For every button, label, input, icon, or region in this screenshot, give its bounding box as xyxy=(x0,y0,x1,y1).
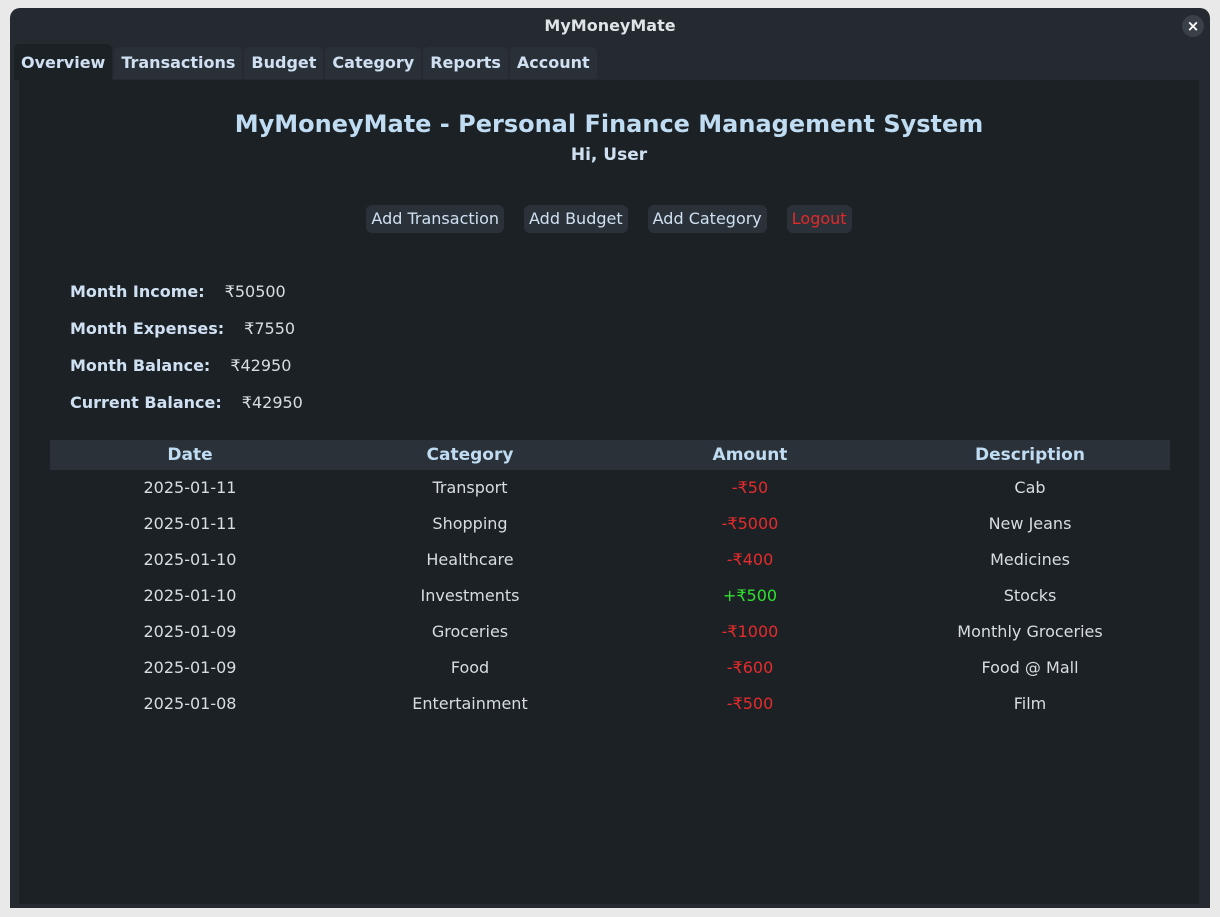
cell-amount: -₹1000 xyxy=(721,622,779,641)
tab-budget[interactable]: Budget xyxy=(244,47,324,79)
cell-date: 2025-01-11 xyxy=(143,514,237,533)
cell-date: 2025-01-08 xyxy=(143,694,237,713)
app-window: MyMoneyMate × Overview Transactions Budg… xyxy=(10,8,1210,908)
table-row[interactable]: 2025-01-09 Groceries -₹1000 Monthly Groceri… xyxy=(50,614,1170,650)
month-balance-label: Month Balance: xyxy=(70,356,211,375)
month-income-value: ₹50500 xyxy=(224,282,286,301)
cell-date: 2025-01-09 xyxy=(143,622,237,641)
cell-amount: -₹600 xyxy=(726,658,774,677)
cell-description: Film xyxy=(1013,694,1047,713)
cell-amount: -₹400 xyxy=(726,550,774,569)
overview-panel: MyMoneyMate - Personal Finance Managemen… xyxy=(19,80,1199,904)
cell-date: 2025-01-10 xyxy=(143,550,237,569)
cell-amount: -₹500 xyxy=(726,694,774,713)
cell-amount: -₹5000 xyxy=(721,514,779,533)
logout-button[interactable]: Logout xyxy=(786,205,852,233)
cell-category: Healthcare xyxy=(426,550,514,569)
close-button[interactable]: × xyxy=(1182,15,1204,37)
tab-bar: Overview Transactions Budget Category Re… xyxy=(14,44,599,80)
window-title: MyMoneyMate xyxy=(544,16,676,35)
tab-overview[interactable]: Overview xyxy=(14,44,113,80)
month-expenses-value: ₹7550 xyxy=(244,319,296,338)
current-balance-label: Current Balance: xyxy=(70,393,222,412)
greeting: Hi, User xyxy=(570,145,648,165)
page-title: MyMoneyMate - Personal Finance Managemen… xyxy=(234,110,984,138)
cell-category: Transport xyxy=(432,478,508,497)
month-balance-value: ₹42950 xyxy=(230,356,292,375)
column-header-category[interactable]: Category xyxy=(330,440,610,470)
cell-category: Entertainment xyxy=(412,694,528,713)
add-budget-button[interactable]: Add Budget xyxy=(524,205,628,233)
tab-reports[interactable]: Reports xyxy=(423,47,508,79)
cell-description: New Jeans xyxy=(988,514,1072,533)
cell-category: Food xyxy=(450,658,490,677)
table-row[interactable]: 2025-01-10 Healthcare -₹400 Medicines xyxy=(50,542,1170,578)
table-row[interactable]: 2025-01-08 Entertainment -₹500 Film xyxy=(50,686,1170,722)
column-header-date[interactable]: Date xyxy=(50,440,330,470)
month-income-label: Month Income: xyxy=(70,282,205,301)
cell-category: Shopping xyxy=(432,514,508,533)
cell-description: Monthly Groceries xyxy=(957,622,1103,641)
cell-description: Cab xyxy=(1014,478,1046,497)
summary-row-month-balance: Month Balance: ₹42950 xyxy=(70,347,303,384)
tab-account[interactable]: Account xyxy=(509,47,597,79)
table-row[interactable]: 2025-01-09 Food -₹600 Food @ Mall xyxy=(50,650,1170,686)
tab-category[interactable]: Category xyxy=(325,47,422,79)
cell-description: Medicines xyxy=(990,550,1070,569)
action-bar: Add Transaction Add Budget Add Category … xyxy=(19,205,1199,233)
cell-category: Investments xyxy=(420,586,520,605)
column-header-description[interactable]: Description xyxy=(890,440,1170,470)
cell-amount: +₹500 xyxy=(722,586,778,605)
transactions-table: Date Category Amount Description 2025-01… xyxy=(50,440,1170,872)
table-row[interactable]: 2025-01-11 Transport -₹50 Cab xyxy=(50,470,1170,506)
table-row[interactable]: 2025-01-11 Shopping -₹5000 New Jeans xyxy=(50,506,1170,542)
cell-date: 2025-01-09 xyxy=(143,658,237,677)
balance-summary: Month Income: ₹50500 Month Expenses: ₹75… xyxy=(70,273,303,421)
summary-row-income: Month Income: ₹50500 xyxy=(70,273,303,310)
column-header-amount[interactable]: Amount xyxy=(610,440,890,470)
summary-row-expenses: Month Expenses: ₹7550 xyxy=(70,310,303,347)
cell-date: 2025-01-10 xyxy=(143,586,237,605)
cell-category: Groceries xyxy=(431,622,509,641)
current-balance-value: ₹42950 xyxy=(241,393,303,412)
table-row[interactable]: 2025-01-10 Investments +₹500 Stocks xyxy=(50,578,1170,614)
cell-date: 2025-01-11 xyxy=(143,478,237,497)
add-category-button[interactable]: Add Category xyxy=(647,205,767,233)
table-body: 2025-01-11 Transport -₹50 Cab 2025-01-11 Shop… xyxy=(50,470,1170,722)
summary-row-current-balance: Current Balance: ₹42950 xyxy=(70,384,303,421)
table-header: Date Category Amount Description xyxy=(50,440,1170,470)
title-bar: MyMoneyMate × xyxy=(10,8,1210,44)
cell-amount: -₹50 xyxy=(731,478,769,497)
tab-transactions[interactable]: Transactions xyxy=(114,47,243,79)
cell-description: Stocks xyxy=(1003,586,1057,605)
cell-description: Food @ Mall xyxy=(981,658,1079,677)
month-expenses-label: Month Expenses: xyxy=(70,319,225,338)
add-transaction-button[interactable]: Add Transaction xyxy=(366,205,505,233)
